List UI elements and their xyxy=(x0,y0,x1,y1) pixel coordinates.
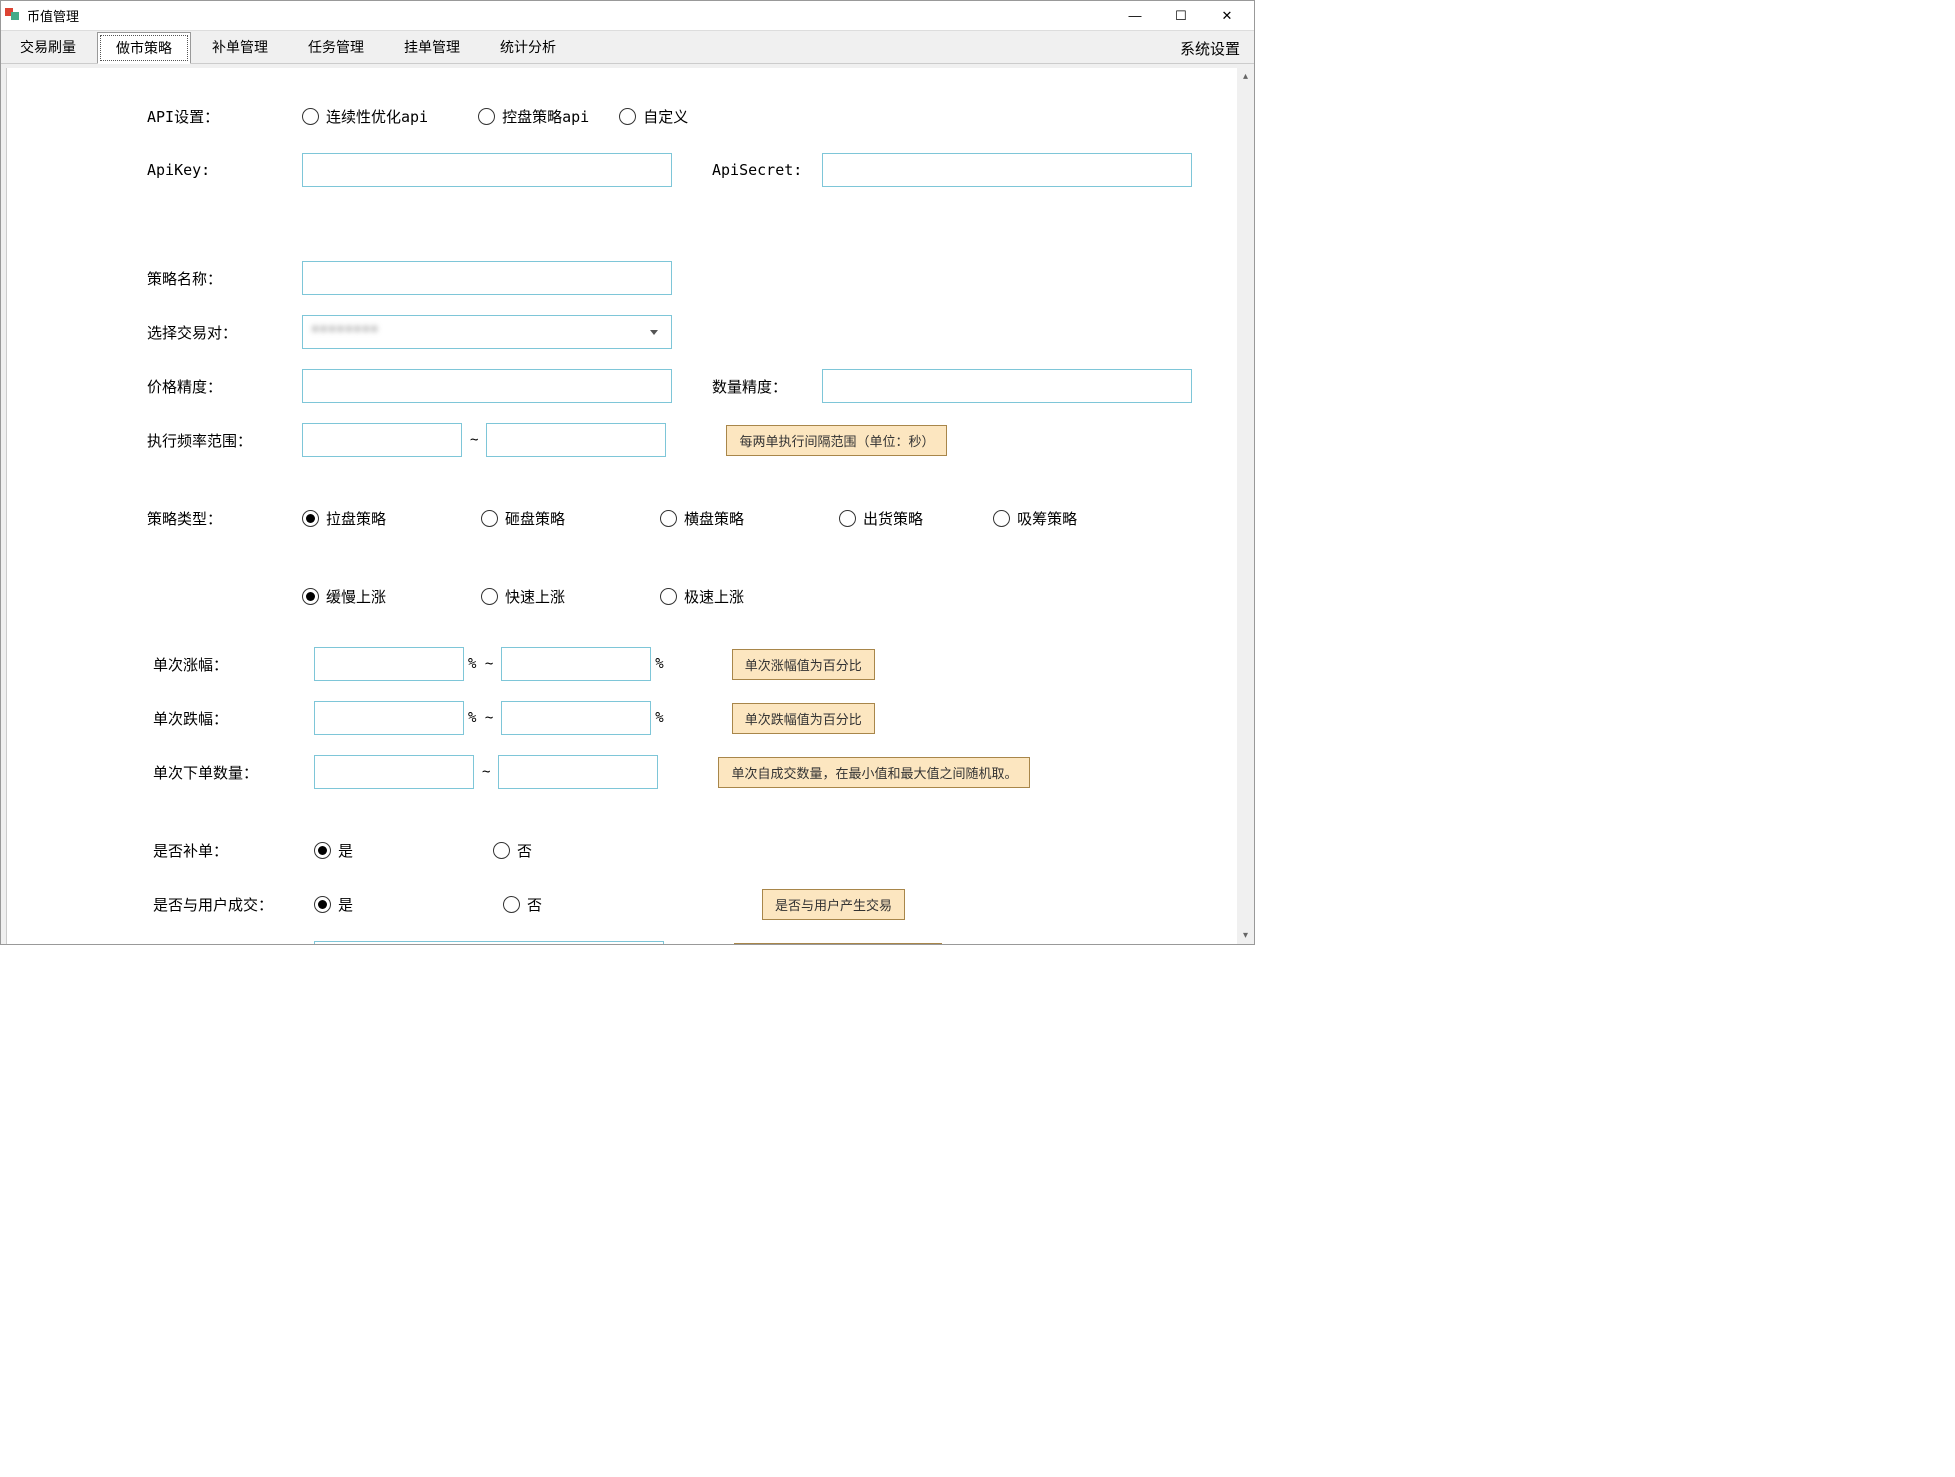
strategy-name-input[interactable] xyxy=(302,261,672,295)
rise-label: 单次涨幅： xyxy=(147,654,302,675)
radio-refill-yes[interactable]: 是 xyxy=(314,840,353,861)
vertical-scrollbar[interactable]: ▴ ▾ xyxy=(1237,68,1254,944)
pair-value: ******** xyxy=(311,324,645,340)
tilde-separator: ~ xyxy=(482,764,490,780)
strategy-type-label: 策略类型： xyxy=(147,508,302,529)
radio-api-continuous[interactable]: 连续性优化api xyxy=(302,106,428,127)
fall-max-input[interactable] xyxy=(501,701,651,735)
price-precision-input[interactable] xyxy=(302,369,672,403)
radio-slow-rise[interactable]: 缓慢上涨 xyxy=(302,586,386,607)
fall-label: 单次跌幅： xyxy=(147,708,302,729)
app-icon xyxy=(5,8,21,24)
pct-label: % xyxy=(655,656,663,672)
radio-fast-rise[interactable]: 快速上涨 xyxy=(481,586,565,607)
pair-select[interactable]: ******** xyxy=(302,315,672,349)
chevron-down-icon xyxy=(645,316,663,348)
freq-label: 执行频率范围： xyxy=(147,430,302,451)
order-qty-min-input[interactable] xyxy=(314,755,474,789)
refill-label: 是否补单： xyxy=(147,840,302,861)
tab-bar: 交易刷量 做市策略 补单管理 任务管理 挂单管理 统计分析 系统设置 xyxy=(1,31,1254,64)
tab-refill-mgmt[interactable]: 补单管理 xyxy=(193,31,287,63)
rise-hint: 单次涨幅值为百分比 xyxy=(732,649,875,680)
order-qty-hint: 单次自成交数量，在最小值和最大值之间随机取。 xyxy=(718,757,1030,788)
apisecret-label: ApiSecret: xyxy=(712,161,822,179)
window-title: 币值管理 xyxy=(27,6,1112,25)
maximize-button[interactable]: ☐ xyxy=(1158,2,1204,30)
freq-hint: 每两单执行间隔范围（单位：秒） xyxy=(726,425,947,456)
tab-trade-volume[interactable]: 交易刷量 xyxy=(1,31,95,63)
order-qty-max-input[interactable] xyxy=(498,755,658,789)
radio-sideways[interactable]: 横盘策略 xyxy=(660,508,744,529)
apikey-input[interactable] xyxy=(302,153,672,187)
buy-limit-hint: 与用户产生交易的买单最大上限 xyxy=(734,943,942,945)
scroll-up-icon[interactable]: ▴ xyxy=(1237,68,1254,85)
close-button[interactable]: ✕ xyxy=(1204,2,1250,30)
scroll-down-icon[interactable]: ▾ xyxy=(1237,927,1254,944)
freq-min-input[interactable] xyxy=(302,423,462,457)
system-settings-link[interactable]: 系统设置 xyxy=(1180,38,1240,59)
strategy-name-label: 策略名称： xyxy=(147,268,302,289)
api-setting-label: API设置： xyxy=(147,106,302,127)
buy-limit-input[interactable] xyxy=(314,941,664,944)
radio-absorb[interactable]: 吸筹策略 xyxy=(993,508,1077,529)
app-window: 币值管理 — ☐ ✕ 交易刷量 做市策略 补单管理 任务管理 挂单管理 统计分析… xyxy=(0,0,1255,945)
rise-max-input[interactable] xyxy=(501,647,651,681)
form-content: API设置： 连续性优化api 控盘策略api 自定义 ApiKey: ApiS… xyxy=(7,68,1237,944)
tilde-separator: ~ xyxy=(470,432,478,448)
user-trade-hint: 是否与用户产生交易 xyxy=(762,889,905,920)
order-qty-label: 单次下单数量： xyxy=(147,762,302,783)
freq-max-input[interactable] xyxy=(486,423,666,457)
fall-hint: 单次跌幅值为百分比 xyxy=(732,703,875,734)
radio-ship[interactable]: 出货策略 xyxy=(839,508,923,529)
window-controls: — ☐ ✕ xyxy=(1112,2,1250,30)
fall-min-input[interactable] xyxy=(314,701,464,735)
apikey-label: ApiKey: xyxy=(147,161,302,179)
qty-precision-label: 数量精度： xyxy=(712,376,822,397)
radio-pull[interactable]: 拉盘策略 xyxy=(302,508,386,529)
scroll-thumb[interactable] xyxy=(1237,85,1254,927)
apisecret-input[interactable] xyxy=(822,153,1192,187)
pct-label: % xyxy=(655,710,663,726)
pct-sep: % ~ xyxy=(468,710,493,726)
tab-market-making[interactable]: 做市策略 xyxy=(97,32,191,64)
radio-refill-no[interactable]: 否 xyxy=(493,840,532,861)
minimize-button[interactable]: — xyxy=(1112,2,1158,30)
radio-smash[interactable]: 砸盘策略 xyxy=(481,508,565,529)
radio-extreme-rise[interactable]: 极速上涨 xyxy=(660,586,744,607)
radio-usertrade-no[interactable]: 否 xyxy=(503,894,542,915)
titlebar: 币值管理 — ☐ ✕ xyxy=(1,1,1254,31)
radio-usertrade-yes[interactable]: 是 xyxy=(314,894,353,915)
rise-min-input[interactable] xyxy=(314,647,464,681)
price-precision-label: 价格精度： xyxy=(147,376,302,397)
tab-stats[interactable]: 统计分析 xyxy=(481,31,575,63)
tab-pending-mgmt[interactable]: 挂单管理 xyxy=(385,31,479,63)
radio-api-control[interactable]: 控盘策略api xyxy=(478,106,589,127)
qty-precision-input[interactable] xyxy=(822,369,1192,403)
tab-task-mgmt[interactable]: 任务管理 xyxy=(289,31,383,63)
radio-api-custom[interactable]: 自定义 xyxy=(619,106,688,127)
pair-label: 选择交易对： xyxy=(147,322,302,343)
user-trade-label: 是否与用户成交： xyxy=(147,894,314,915)
pct-sep: % ~ xyxy=(468,656,493,672)
